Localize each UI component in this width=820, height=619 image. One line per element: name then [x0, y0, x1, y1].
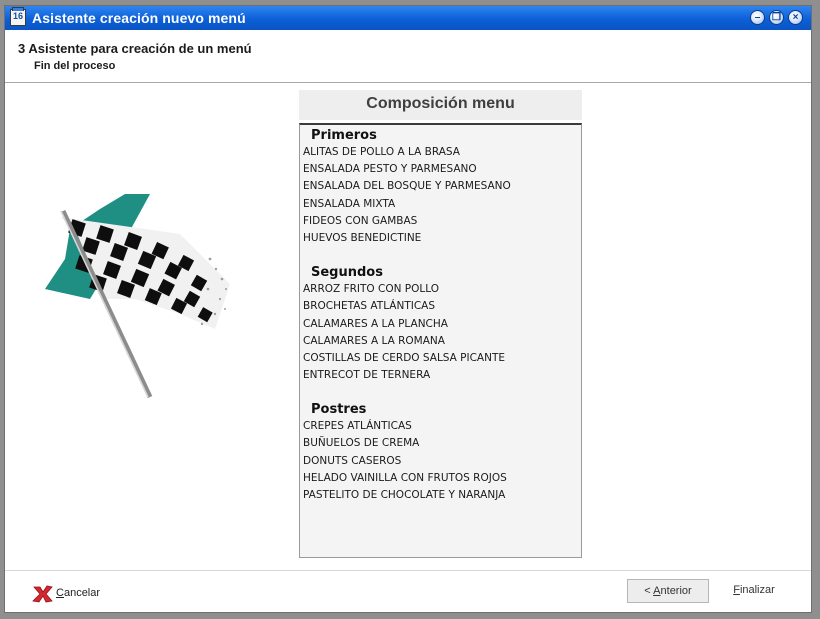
menu-section: Postres CREPES ATLÁNTICAS BUÑUELOS DE CREM…: [300, 401, 581, 504]
wizard-window: 16 Asistente creación nuevo menú – ❐ × 3…: [4, 5, 812, 613]
step-header: 3 Asistente para creación de un menú Fin…: [5, 30, 811, 83]
step-title: 3 Asistente para creación de un menú: [18, 41, 252, 56]
list-item[interactable]: BUÑUELOS DE CREMA: [300, 435, 581, 452]
menu-composition-list[interactable]: Primeros ALITAS DE POLLO A LA BRASA ENSALA…: [299, 123, 582, 558]
list-item[interactable]: PASTELITO DE CHOCOLATE Y NARANJA: [300, 487, 581, 504]
title-bar[interactable]: 16 Asistente creación nuevo menú – ❐ ×: [5, 6, 811, 30]
list-item[interactable]: COSTILLAS DE CERDO SALSA PICANTE: [300, 350, 581, 367]
cancel-x-icon: [32, 585, 53, 603]
checkered-flag-icon: [45, 194, 230, 399]
minimize-icon[interactable]: –: [750, 10, 765, 25]
list-item[interactable]: BROCHETAS ATLÁNTICAS: [300, 298, 581, 315]
section-heading: Primeros: [311, 128, 377, 143]
menu-section: Segundos ARROZ FRITO CON POLLO BROCHETAS A…: [300, 264, 581, 384]
list-item[interactable]: HUEVOS BENEDICTINE: [300, 230, 581, 247]
list-item[interactable]: ALITAS DE POLLO A LA BRASA: [300, 144, 581, 161]
list-item[interactable]: ENSALADA MIXTA: [300, 196, 581, 213]
cancel-label: Cancelar: [56, 587, 101, 599]
list-item[interactable]: CREPES ATLÁNTICAS: [300, 418, 581, 435]
finish-button[interactable]: Finalizar: [719, 579, 789, 603]
section-heading: Postres: [311, 402, 367, 418]
composition-title: Composición menu: [299, 90, 582, 120]
close-icon[interactable]: ×: [788, 10, 803, 25]
calendar-app-icon: 16: [10, 7, 26, 26]
list-item[interactable]: DONUTS CASEROS: [300, 453, 581, 470]
section-heading: Segundos: [311, 265, 383, 281]
list-item[interactable]: CALAMARES A LA PLANCHA: [300, 316, 581, 333]
list-item[interactable]: ENTRECOT DE TERNERA: [300, 367, 581, 384]
list-item[interactable]: CALAMARES A LA ROMANA: [300, 333, 581, 350]
footer-divider: [5, 570, 811, 571]
list-item[interactable]: HELADO VAINILLA CON FRUTOS ROJOS: [300, 470, 581, 487]
restore-icon[interactable]: ❐: [769, 10, 784, 25]
list-item[interactable]: ENSALADA DEL BOSQUE Y PARMESANO: [300, 178, 581, 195]
list-item[interactable]: ARROZ FRITO CON POLLO: [300, 281, 581, 298]
list-item[interactable]: FIDEOS CON GAMBAS: [300, 213, 581, 230]
menu-section: Primeros ALITAS DE POLLO A LA BRASA ENSALA…: [300, 127, 581, 247]
step-subtitle: Fin del proceso: [34, 60, 116, 72]
list-item[interactable]: ENSALADA PESTO Y PARMESANO: [300, 161, 581, 178]
window-title: Asistente creación nuevo menú: [32, 10, 246, 26]
previous-button[interactable]: < Anterior: [627, 579, 709, 603]
